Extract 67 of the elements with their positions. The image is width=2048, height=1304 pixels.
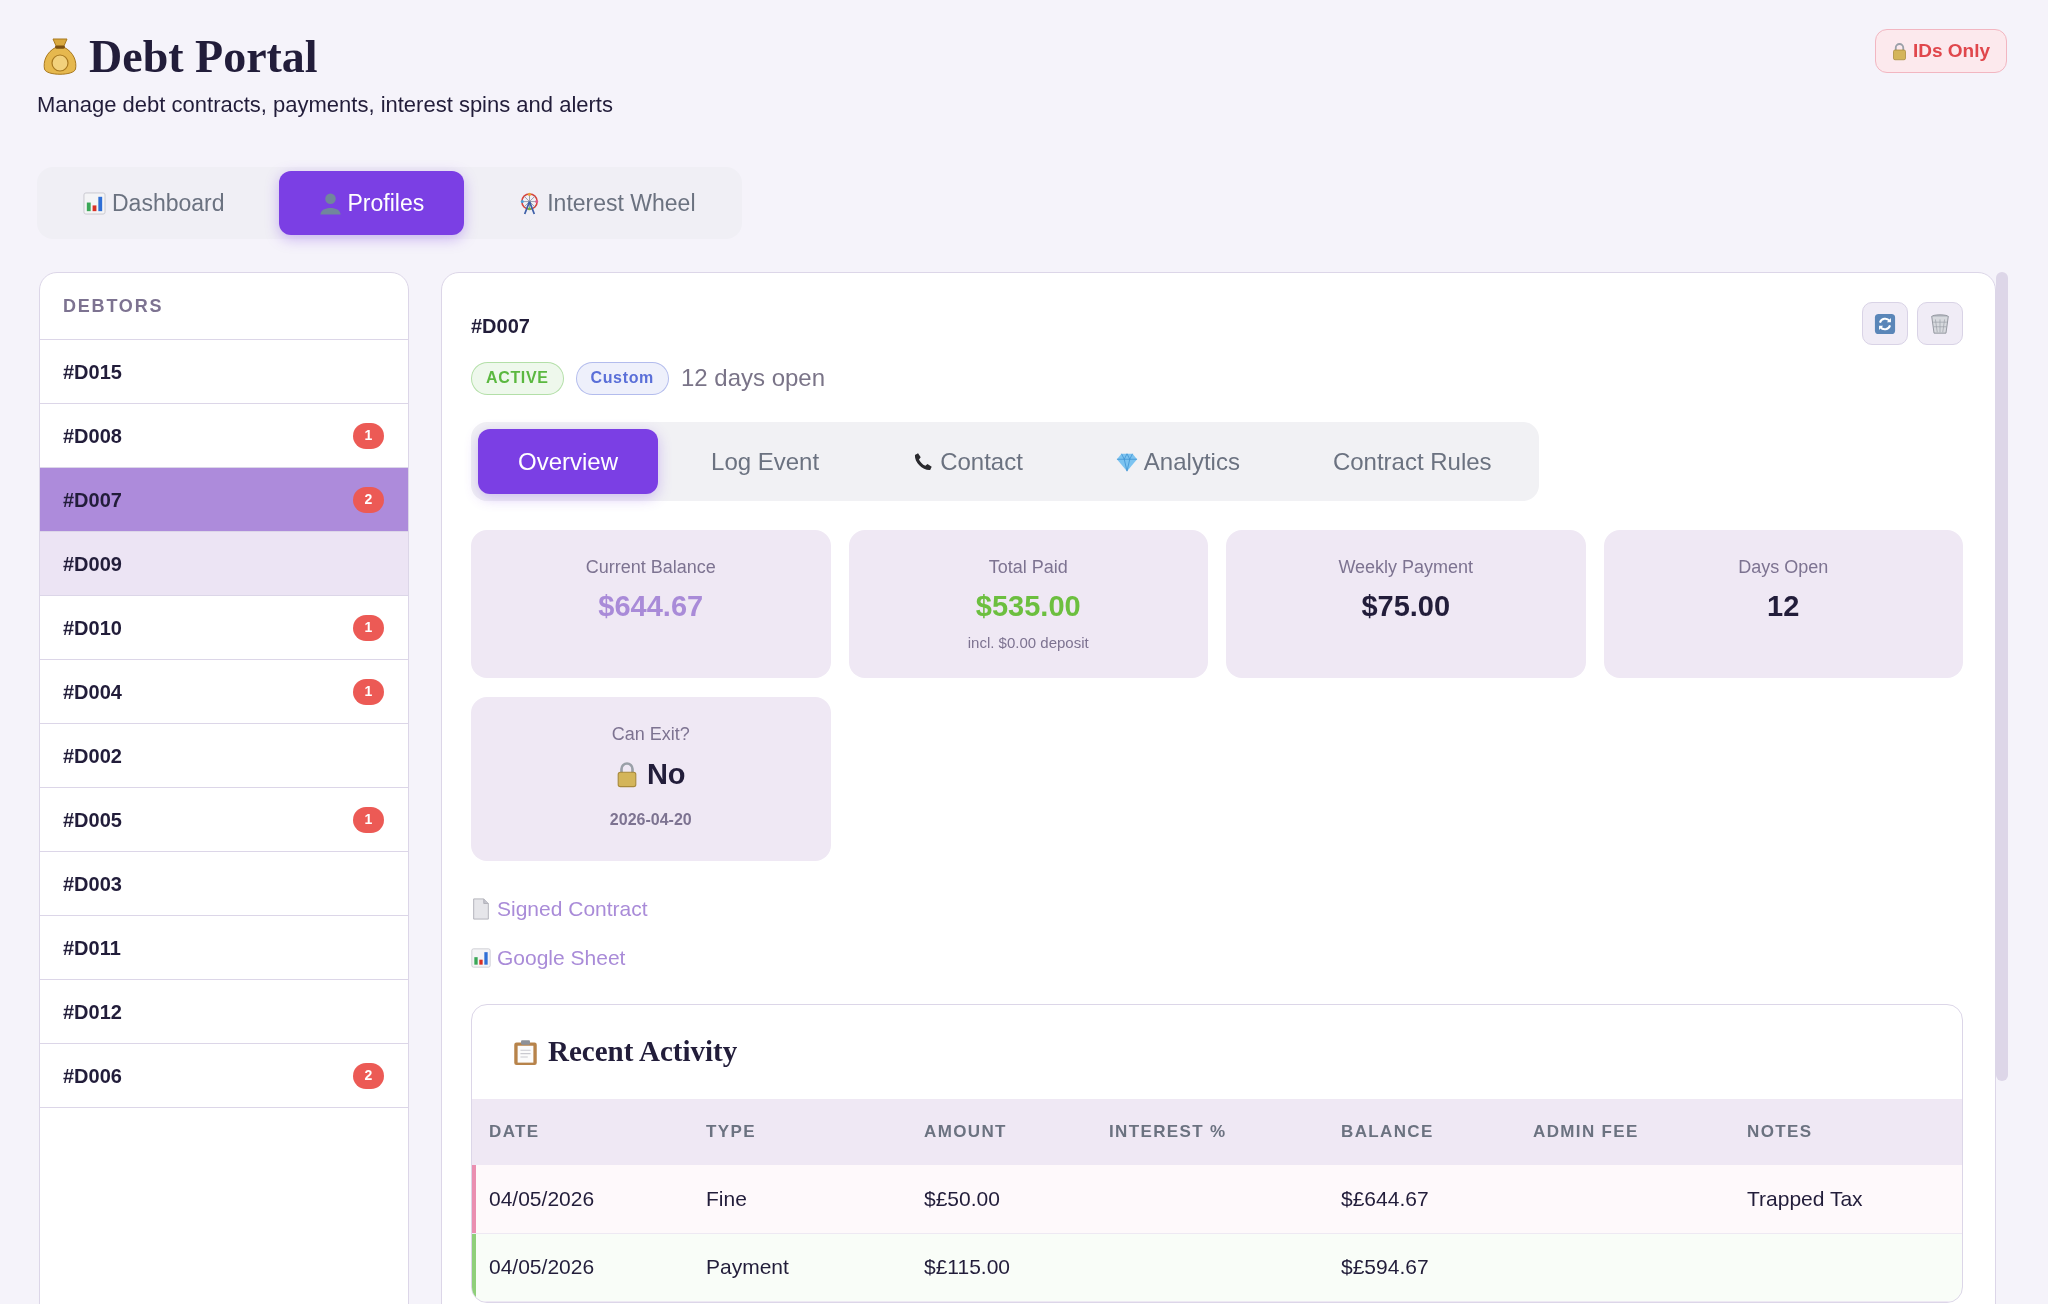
column-header: TYPE <box>689 1099 907 1165</box>
document-icon <box>471 898 491 920</box>
alert-count-badge: 2 <box>353 1062 384 1089</box>
stat-note: incl. $0.00 deposit <box>967 634 1089 652</box>
clipboard-icon <box>512 1038 539 1066</box>
stat-value: $535.00 <box>975 589 1081 623</box>
sidebar-heading: DEBTORS <box>63 294 164 318</box>
exit-value: No <box>646 757 686 791</box>
ids-only-toggle[interactable]: IDs Only <box>1874 29 2007 73</box>
lock-icon <box>615 760 638 788</box>
nav-tab[interactable]: Interest Wheel <box>478 171 736 235</box>
table-cell: $£50.00 <box>924 1187 1000 1210</box>
column-header: ADMIN FEE <box>1516 1099 1730 1165</box>
stat-label: Current Balance <box>585 556 716 578</box>
column-header: BALANCE <box>1324 1099 1516 1165</box>
days-open-text: 12 days open <box>680 363 826 393</box>
person-icon <box>318 191 342 215</box>
section-tab[interactable]: Analytics <box>1075 429 1280 494</box>
alert-count-badge: 1 <box>353 806 384 833</box>
stat-label: Days Open <box>1738 556 1829 578</box>
debtor-item[interactable]: #D009 <box>40 532 408 596</box>
stat-label: Total Paid <box>988 556 1068 578</box>
stat-label: Weekly Payment <box>1338 556 1474 578</box>
trash-icon <box>1929 312 1951 335</box>
alert-count-badge: 1 <box>353 678 384 705</box>
column-header: NOTES <box>1730 1099 1962 1165</box>
gem-icon <box>1115 450 1138 473</box>
section-tab[interactable]: Contract Rules <box>1292 429 1532 494</box>
exit-date: 2026-04-20 <box>609 810 692 830</box>
debtor-item[interactable]: #D007 2 <box>40 468 408 532</box>
stat-value: 12 <box>1767 589 1800 623</box>
table-cell: $£594.67 <box>1341 1255 1429 1279</box>
table-cell: $£115.00 <box>924 1255 1011 1279</box>
stat-value: $644.67 <box>598 589 704 623</box>
column-header: INTEREST % <box>1092 1099 1324 1165</box>
money-bag-icon <box>42 37 78 77</box>
page-subtitle: Manage debt contracts, payments, interest spins and alerts <box>37 91 613 119</box>
nav-tab[interactable]: Dashboard <box>43 171 265 235</box>
section-tab[interactable]: Contact <box>872 429 1063 494</box>
stat-value: $75.00 <box>1361 589 1451 623</box>
scrollbar-thumb[interactable] <box>1996 272 2008 1081</box>
alert-count-badge: 1 <box>353 614 384 641</box>
table-cell: 04/05/2026 <box>489 1187 595 1210</box>
activity-title: Recent Activity <box>548 1034 738 1070</box>
alert-count-badge: 1 <box>353 422 384 449</box>
section-tab[interactable]: Log Event <box>671 429 860 494</box>
plan-tag: Custom <box>575 361 669 395</box>
page-title: Debt Portal <box>89 32 318 82</box>
table-cell: Trapped Tax <box>1747 1187 1863 1210</box>
section-tab[interactable]: Overview <box>478 429 659 494</box>
refresh-icon <box>1874 312 1896 335</box>
debtor-title: #D007 <box>471 314 531 338</box>
bar-chart-icon <box>471 947 491 969</box>
table-cell: Payment <box>706 1255 789 1279</box>
nav-tab[interactable]: Profiles <box>278 171 465 235</box>
lock-icon <box>1891 41 1907 61</box>
column-header: AMOUNT <box>907 1099 1092 1165</box>
delete-button[interactable] <box>1917 302 1963 345</box>
table-cell: Fine <box>706 1187 747 1210</box>
exit-label: Can Exit? <box>611 723 690 745</box>
table-cell: 04/05/2026 <box>489 1255 595 1279</box>
column-header: DATE <box>472 1099 689 1165</box>
bar-chart-icon <box>83 191 106 215</box>
refresh-button[interactable] <box>1862 302 1908 345</box>
table-cell: $£644.67 <box>1341 1187 1429 1210</box>
status-tag: ACTIVE <box>471 361 564 395</box>
alert-count-badge: 2 <box>353 486 384 513</box>
